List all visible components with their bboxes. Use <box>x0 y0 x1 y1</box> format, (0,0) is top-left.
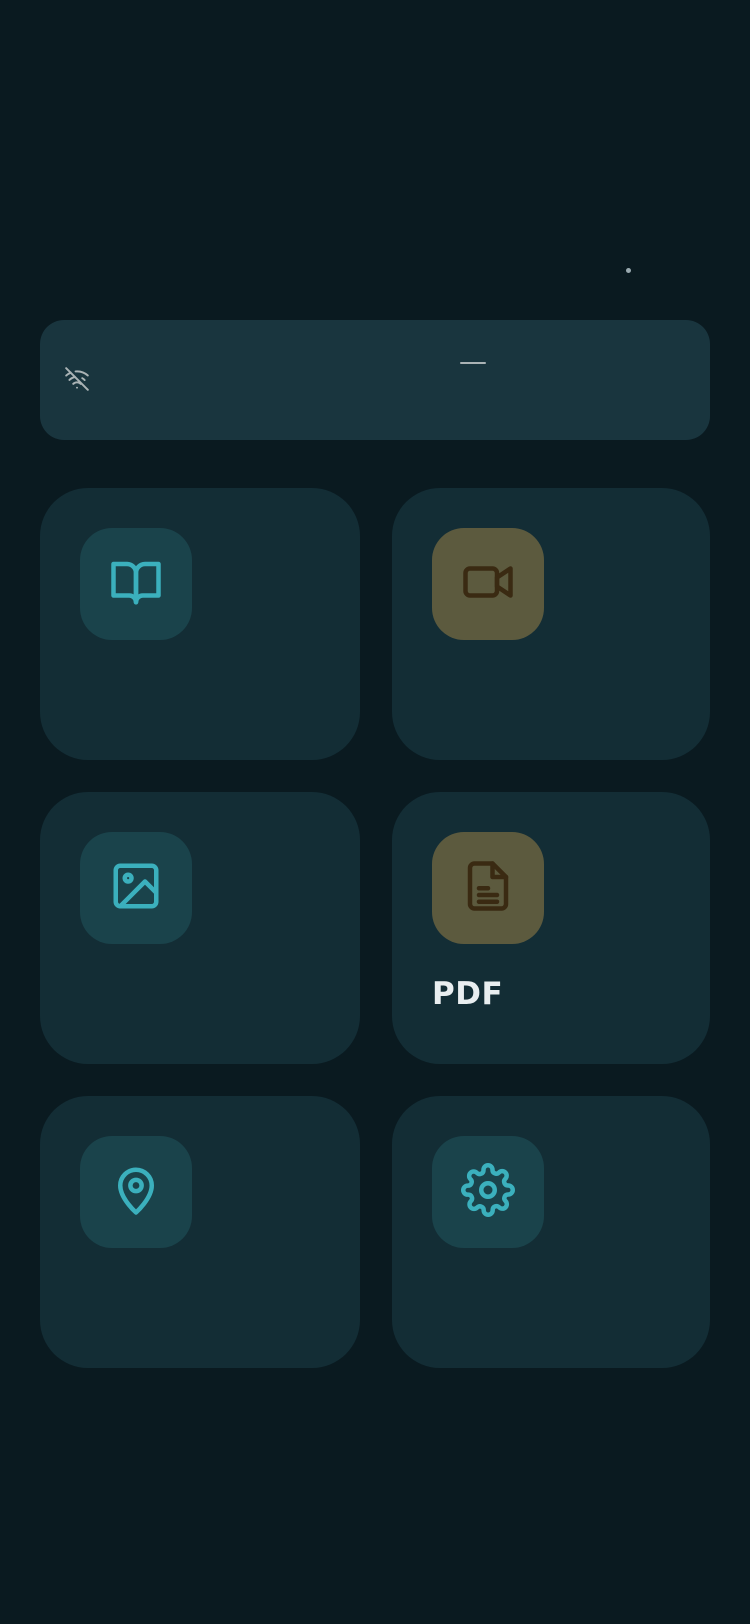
tile-images[interactable] <box>40 792 360 1064</box>
status-card[interactable] <box>40 320 710 440</box>
tile-video[interactable] <box>392 488 710 760</box>
file-text-icon <box>461 859 515 917</box>
image-icon <box>109 859 163 917</box>
gear-icon <box>461 1163 515 1221</box>
tile-pdf[interactable]: PDF <box>392 792 710 1064</box>
video-camera-icon <box>461 555 515 613</box>
book-open-icon <box>109 555 163 613</box>
tile-icon-box <box>80 528 192 640</box>
tile-location[interactable] <box>40 1096 360 1368</box>
tile-icon-box <box>432 528 544 640</box>
status-indicator-dot <box>626 268 631 273</box>
tile-icon-box <box>80 1136 192 1248</box>
tile-icon-box <box>432 832 544 944</box>
tile-label: PDF <box>432 976 504 1012</box>
tile-icon-box <box>80 832 192 944</box>
tile-icon-box <box>432 1136 544 1248</box>
map-pin-icon <box>109 1163 163 1221</box>
tile-books[interactable] <box>40 488 360 760</box>
wifi-off-icon <box>64 366 90 392</box>
tile-settings[interactable] <box>392 1096 710 1368</box>
status-value-placeholder <box>460 362 486 364</box>
app-screen: PDF <box>0 0 750 1624</box>
